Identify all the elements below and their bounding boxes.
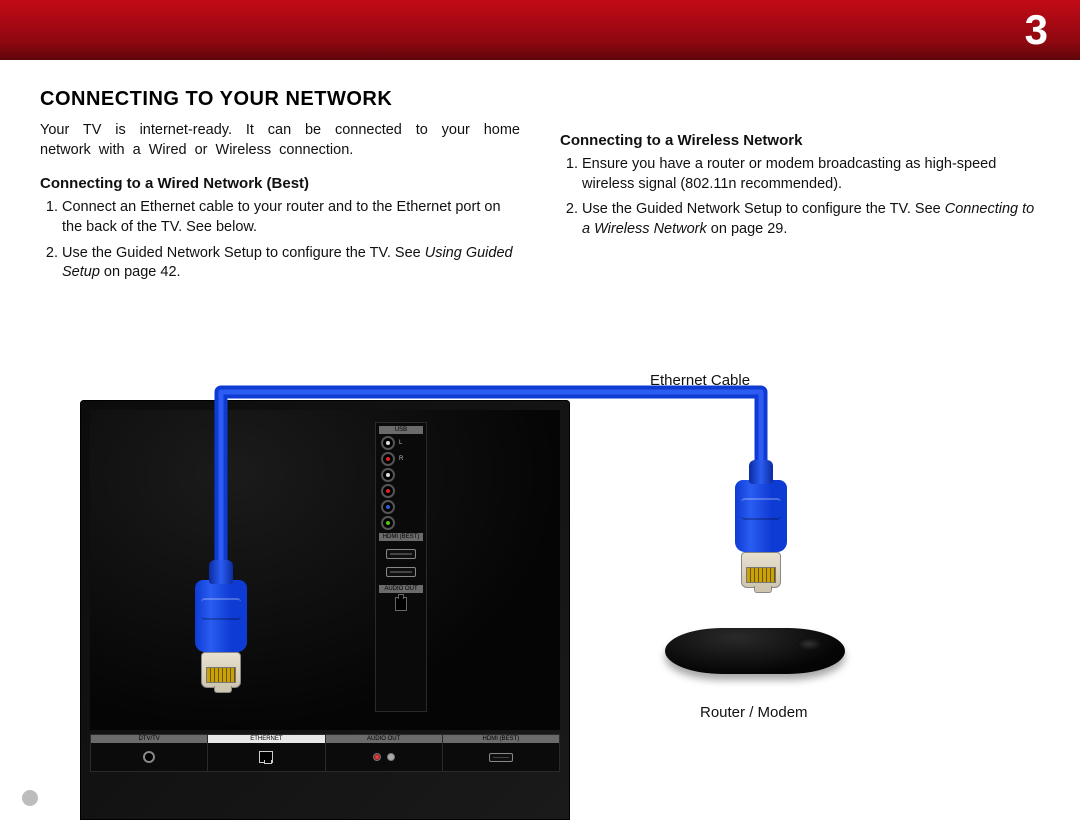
router-modem-illustration: [665, 628, 845, 688]
audio-port-icon: [373, 753, 381, 761]
section-title: CONNECTING TO YOUR NETWORK: [40, 88, 1040, 111]
hdmi-port-icon: [386, 549, 416, 559]
av-port-icon: [381, 452, 395, 466]
ethernet-port-icon: [259, 751, 273, 763]
audio-out-side-label: AUDIO OUT: [379, 585, 423, 593]
list-item: Use the Guided Network Setup to configur…: [62, 244, 520, 283]
list-item: Ensure you have a router or modem broadc…: [582, 155, 1040, 194]
wired-heading: Connecting to a Wired Network (Best): [40, 174, 520, 194]
rj45-connector-tv-side: [195, 580, 247, 688]
list-item: Use the Guided Network Setup to configur…: [582, 200, 1040, 239]
tv-body: USB L R HDMI (BEST) AUDIO OUT DT: [80, 400, 570, 820]
router-modem-label: Router / Modem: [700, 704, 808, 721]
hdmi-side-label: HDMI (BEST): [379, 533, 423, 541]
audio-port-icon: [387, 753, 395, 761]
right-column: Connecting to a Wireless Network Ensure …: [560, 121, 1040, 289]
bottom-port-bar: DTV/TV ETHERNET AUDIO OUT HDMI (BEST): [90, 734, 560, 772]
av-port-icon: [381, 468, 395, 482]
intro-text: Your TV is internet-ready. It can be con…: [40, 121, 520, 160]
wireless-steps: Ensure you have a router or modem broadc…: [560, 155, 1040, 239]
hdmi-port-icon: [489, 753, 513, 762]
av-port-icon: [381, 436, 395, 450]
usb-label: USB: [379, 426, 423, 434]
page-number: 3: [1025, 6, 1048, 54]
wireless-heading: Connecting to a Wireless Network: [560, 131, 1040, 151]
list-item: Connect an Ethernet cable to your router…: [62, 198, 520, 237]
component-port-icon: [381, 484, 395, 498]
port-group-ethernet: ETHERNET: [208, 735, 325, 771]
page-dot-icon: [22, 790, 38, 806]
wired-steps: Connect an Ethernet cable to your router…: [40, 198, 520, 282]
chapter-header: 3: [0, 0, 1080, 60]
component-port-icon: [381, 516, 395, 530]
left-column: Your TV is internet-ready. It can be con…: [40, 121, 520, 289]
side-port-strip: USB L R HDMI (BEST) AUDIO OUT: [375, 422, 427, 712]
port-group-hdmi: HDMI (BEST): [443, 735, 559, 771]
component-port-icon: [381, 500, 395, 514]
rj45-connector-router-side: [735, 480, 787, 588]
port-group-audio-out: AUDIO OUT: [326, 735, 443, 771]
hdmi-port-icon: [386, 567, 416, 577]
diagram-area: USB L R HDMI (BEST) AUDIO OUT DT: [0, 340, 1080, 834]
optical-port-icon: [395, 597, 407, 611]
tv-back-panel: USB L R HDMI (BEST) AUDIO OUT DT: [0, 340, 590, 834]
tv-back-surface: [90, 410, 560, 730]
ethernet-cable-label: Ethernet Cable: [650, 372, 750, 389]
port-group-dtv: DTV/TV: [91, 735, 208, 771]
coax-port-icon: [143, 751, 155, 763]
